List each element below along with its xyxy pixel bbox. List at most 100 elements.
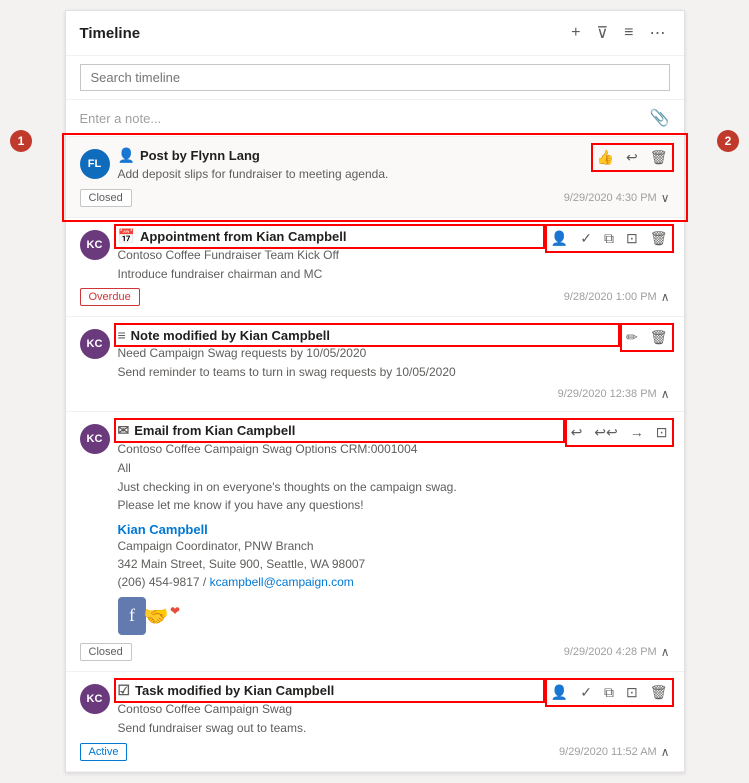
avatar-kc-note: KC	[80, 329, 110, 359]
appointment-timestamp: 9/28/2020 1:00 PM ∧	[564, 290, 670, 304]
task-badge: Active	[80, 743, 128, 761]
sort-icon[interactable]: ≡	[620, 22, 637, 44]
note-timestamp: 9/29/2020 12:38 PM ∧	[558, 387, 670, 401]
panel-header: Timeline + ⊽ ≡ ⋯	[66, 11, 684, 56]
delete-task-button[interactable]: 🗑	[648, 682, 670, 703]
appointment-icon: 📅	[118, 228, 135, 245]
timeline-panel: Timeline + ⊽ ≡ ⋯ Enter a note... 📎 FL 👤 …	[65, 10, 685, 773]
email-desc3: Just checking in on everyone's thoughts …	[118, 479, 561, 496]
post-chevron[interactable]: ∨	[661, 191, 670, 205]
svg-text:f: f	[129, 605, 135, 625]
avatar-fl: FL	[80, 149, 110, 179]
note-chevron[interactable]: ∧	[661, 387, 670, 401]
reply-all-button[interactable]: ↩↩	[592, 422, 619, 443]
note-desc1: Need Campaign Swag requests by 10/05/202…	[118, 345, 616, 362]
post-timestamp: 9/29/2020 4:30 PM ∨	[564, 191, 670, 205]
open-task-button[interactable]: ⊡	[624, 682, 640, 703]
appointment-desc2: Introduce fundraiser chairman and MC	[118, 266, 541, 283]
note-actions: ✏ 🗑	[624, 327, 670, 348]
appointment-item: KC 📅 Appointment from Kian Campbell Cont…	[66, 218, 684, 318]
email-content: ✉ Email from Kian Campbell Contoso Coffe…	[118, 422, 561, 637]
task-actions: 👤 ✓ ⧉ ⊡ 🗑	[549, 682, 670, 703]
sig-email-link[interactable]: kcampbell@campaign.com	[210, 575, 354, 589]
note-footer: 9/29/2020 12:38 PM ∧	[80, 387, 670, 401]
panel-title: Timeline	[80, 25, 560, 42]
post-item-header: FL 👤 Post by Flynn Lang Add deposit slip…	[80, 147, 670, 183]
note-title: ≡ Note modified by Kian Campbell	[118, 327, 616, 343]
note-time-text: 9/29/2020 12:38 PM	[558, 388, 657, 400]
email-desc1: Contoso Coffee Campaign Swag Options CRM…	[118, 441, 561, 458]
task-desc2: Send fundraiser swag out to teams.	[118, 720, 541, 737]
sig-role: Campaign Coordinator, PNW Branch	[118, 537, 561, 555]
assign-button[interactable]: 👤	[549, 228, 570, 249]
reply-button[interactable]: ↩	[624, 147, 640, 168]
task-time-text: 9/29/2020 11:52 AM	[559, 746, 657, 758]
appointment-header: KC 📅 Appointment from Kian Campbell Cont…	[80, 228, 670, 283]
add-icon[interactable]: +	[567, 22, 584, 44]
svg-text:❤: ❤	[170, 604, 180, 618]
main-container: 1 2 Timeline + ⊽ ≡ ⋯ Enter a note... 📎 F…	[10, 10, 739, 773]
note-content: ≡ Note modified by Kian Campbell Need Ca…	[118, 327, 616, 381]
post-item: FL 👤 Post by Flynn Lang Add deposit slip…	[66, 137, 684, 218]
reply-email-button[interactable]: ↩	[569, 422, 585, 443]
appointment-desc1: Contoso Coffee Fundraiser Team Kick Off	[118, 247, 541, 264]
open-email-button[interactable]: ⊡	[654, 422, 670, 443]
appointment-footer: Overdue 9/28/2020 1:00 PM ∧	[80, 288, 670, 306]
task-item: KC ☑ Task modified by Kian Campbell Cont…	[66, 672, 684, 772]
email-title-text: Email from Kian Campbell	[134, 423, 295, 438]
appointment-actions: 👤 ✓ ⧉ ⊡ 🗑	[549, 228, 670, 249]
overdue-badge: Overdue	[80, 288, 140, 306]
email-chevron[interactable]: ∧	[661, 645, 670, 659]
note-header: KC ≡ Note modified by Kian Campbell Need…	[80, 327, 670, 381]
sig-contact: (206) 454-9817 / kcampbell@campaign.com	[118, 573, 561, 591]
check-task-button[interactable]: ✓	[578, 682, 594, 703]
avatar-kc-task: KC	[80, 684, 110, 714]
email-item: KC ✉ Email from Kian Campbell Contoso Co…	[66, 412, 684, 672]
note-area: Enter a note... 📎	[66, 100, 684, 137]
note-placeholder[interactable]: Enter a note...	[80, 111, 162, 126]
post-title: 👤 Post by Flynn Lang	[118, 147, 587, 164]
email-badge: Closed	[80, 643, 132, 661]
appt-chevron[interactable]: ∧	[661, 290, 670, 304]
email-icon: ✉	[118, 422, 130, 439]
edit-button[interactable]: ✏	[624, 327, 640, 348]
check-button[interactable]: ✓	[578, 228, 594, 249]
post-title-text: Post by Flynn Lang	[140, 148, 260, 163]
filter-icon[interactable]: ⊽	[592, 21, 612, 45]
task-title-text: Task modified by Kian Campbell	[135, 683, 334, 698]
post-actions: 👍 ↩ 🗑	[595, 147, 670, 168]
assign-task-button[interactable]: 👤	[549, 682, 570, 703]
signature-image: f 🤝 ❤	[118, 595, 182, 637]
post-time-text: 9/29/2020 4:30 PM	[564, 192, 657, 204]
task-chevron[interactable]: ∧	[661, 745, 670, 759]
copy-button[interactable]: ⧉	[602, 228, 616, 249]
task-desc1: Contoso Coffee Campaign Swag	[118, 701, 541, 718]
email-header: KC ✉ Email from Kian Campbell Contoso Co…	[80, 422, 670, 637]
appointment-title: 📅 Appointment from Kian Campbell	[118, 228, 541, 245]
note-title-text: Note modified by Kian Campbell	[131, 328, 330, 343]
search-input[interactable]	[80, 64, 670, 91]
forward-button[interactable]: →	[628, 422, 646, 442]
copy-task-button[interactable]: ⧉	[602, 682, 616, 703]
post-content: 👤 Post by Flynn Lang Add deposit slips f…	[118, 147, 587, 183]
thumbsup-button[interactable]: 👍	[595, 147, 616, 168]
delete-button-appt[interactable]: 🗑	[648, 228, 670, 249]
appt-time-text: 9/28/2020 1:00 PM	[564, 291, 657, 303]
task-content: ☑ Task modified by Kian Campbell Contoso…	[118, 682, 541, 737]
sig-addr: 342 Main Street, Suite 900, Seattle, WA …	[118, 555, 561, 573]
open-button[interactable]: ⊡	[624, 228, 640, 249]
task-header: KC ☑ Task modified by Kian Campbell Cont…	[80, 682, 670, 737]
label-1: 1	[10, 130, 32, 152]
note-icon: ≡	[118, 327, 126, 343]
attachment-icon[interactable]: 📎	[650, 108, 670, 128]
search-bar	[66, 56, 684, 100]
email-desc2: All	[118, 460, 561, 477]
delete-button-note[interactable]: 🗑	[648, 327, 670, 348]
more-icon[interactable]: ⋯	[646, 21, 670, 45]
email-desc4: Please let me know if you have any quest…	[118, 497, 561, 514]
post-desc: Add deposit slips for fundraiser to meet…	[118, 166, 587, 183]
svg-text:🤝: 🤝	[143, 606, 168, 628]
email-footer: Closed 9/29/2020 4:28 PM ∧	[80, 643, 670, 661]
task-timestamp: 9/29/2020 11:52 AM ∧	[559, 745, 669, 759]
delete-button[interactable]: 🗑	[648, 147, 670, 168]
